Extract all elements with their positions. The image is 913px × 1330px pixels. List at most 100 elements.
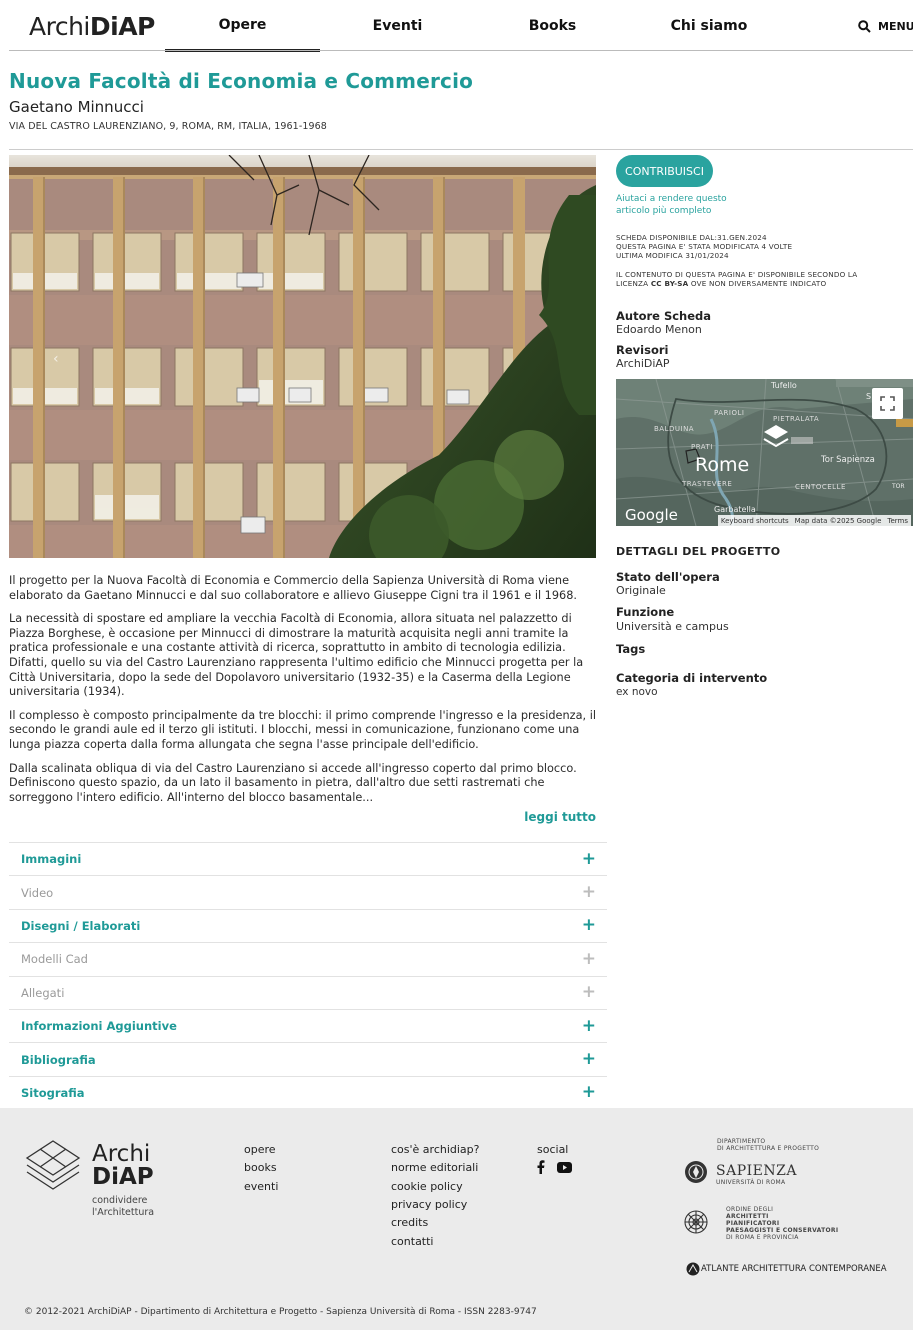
accordion-label: Immagini (21, 852, 82, 867)
meta-last-edit: ULTIMA MODIFICA 31/01/2024 (616, 251, 729, 261)
slider-prev-icon[interactable]: ‹ (53, 351, 59, 367)
map-label: TOR (892, 483, 905, 490)
author-label: Autore Scheda (616, 309, 712, 323)
accordion-video[interactable]: Video + (9, 875, 607, 908)
social-label: social (537, 1143, 569, 1156)
department-line: DI ARCHITETTURA E PROGETTO (717, 1145, 820, 1152)
footer-link-privacy-policy[interactable]: privacy policy (391, 1198, 467, 1211)
atlante-logo-icon (686, 1262, 700, 1276)
tags-label: Tags (616, 642, 646, 656)
ordine-line: ARCHITETTI (726, 1213, 769, 1220)
footer-link-contacts[interactable]: contatti (391, 1235, 434, 1248)
map-tiles (616, 379, 913, 526)
ordine-architetti-icon (684, 1210, 708, 1234)
department-logo[interactable]: DIPARTIMENTO DI ARCHITETTURA E PROGETTO (717, 1138, 819, 1152)
accordion-bibliografia[interactable]: Bibliografia + (9, 1042, 607, 1075)
accordion-label: Informazioni Aggiuntive (21, 1019, 177, 1034)
footer-link-cookie-policy[interactable]: cookie policy (391, 1180, 463, 1193)
footer-link-books[interactable]: books (244, 1161, 277, 1174)
page-meta: SCHEDA DISPONIBILE DAL:31.GEN.2024 QUEST… (616, 233, 792, 261)
nav-books[interactable]: Books (475, 0, 630, 52)
map-label: Tor Sapienza (821, 455, 875, 465)
footer-link-editorial-rules[interactable]: norme editoriali (391, 1161, 478, 1174)
nav-chi-siamo[interactable]: Chi siamo (630, 0, 788, 52)
page-title: Nuova Facoltà di Economia e Commercio (9, 69, 474, 93)
article-body: Il progetto per la Nuova Facoltà di Econ… (9, 574, 597, 814)
accordion-label: Sitografia (21, 1085, 85, 1100)
accordion-disegni[interactable]: Disegni / Elaborati + (9, 908, 607, 942)
terms-link[interactable]: Terms (887, 517, 908, 525)
site-logo[interactable]: ArchiDiAP (29, 12, 155, 41)
ordine-line: ORDINE DEGLI (726, 1206, 774, 1213)
plus-icon: + (581, 1049, 596, 1070)
logo-text-bold: DiAP (89, 12, 156, 41)
site-footer: Archi DiAP condividere l'Architettura op… (0, 1108, 913, 1330)
map-label: PARIOLI (714, 409, 745, 417)
license-name[interactable]: CC BY-SA (651, 279, 689, 288)
facebook-icon[interactable] (537, 1160, 545, 1174)
meta-available: SCHEDA DISPONIBILE DAL:31.GEN.2024 (616, 233, 767, 242)
sapienza-subtitle: UNIVERSITÀ DI ROMA (716, 1179, 786, 1186)
accordion-label: Modelli Cad (21, 952, 88, 967)
accordion-informazioni[interactable]: Informazioni Aggiuntive + (9, 1008, 607, 1042)
article-paragraph: La necessità di spostare ed ampliare la … (9, 612, 584, 699)
footer-logo[interactable]: Archi DiAP (92, 1143, 154, 1189)
plus-icon: + (581, 1082, 596, 1103)
footer-link-eventi[interactable]: eventi (244, 1180, 278, 1193)
menu-label: MENU (878, 19, 913, 33)
footer-logo-light: Archi (92, 1141, 151, 1167)
header-divider (9, 50, 913, 51)
map-label: Tufello (771, 381, 797, 390)
read-more-link[interactable]: leggi tutto (524, 810, 596, 824)
location-map[interactable]: Tufello PARIOLI PIETRALATA BALDUINA PRAT… (616, 379, 913, 526)
title-divider (9, 149, 913, 150)
map-attribution: Keyboard shortcuts Map data ©2025 Google… (717, 515, 911, 526)
ordine-architetti-logo[interactable]: ORDINE DEGLI ARCHITETTI PIANIFICATORI PA… (726, 1206, 838, 1241)
contribute-button[interactable]: CONTRIBUISCI (616, 155, 713, 187)
sapienza-name: SAPIENZA (716, 1163, 797, 1179)
footer-link-about[interactable]: cos'è archidiap? (391, 1143, 480, 1156)
reviewers-label: Revisori (616, 343, 669, 357)
category-value: ex novo (616, 686, 658, 698)
project-photo[interactable]: ‹ (9, 155, 596, 558)
sapienza-logo[interactable]: SAPIENZA UNIVERSITÀ DI ROMA (716, 1163, 797, 1186)
accordion-sitografia[interactable]: Sitografia + (9, 1075, 607, 1109)
tagline-line: l'Architettura (92, 1207, 155, 1218)
atlante-link[interactable]: ATLANTE ARCHITETTURA CONTEMPORANEA (701, 1264, 887, 1274)
footer-link-opere[interactable]: opere (244, 1143, 276, 1156)
nav-eventi[interactable]: Eventi (320, 0, 475, 52)
top-navigation: ArchiDiAP Opere Eventi Books Chi siamo M… (0, 0, 913, 52)
license-line: IL CONTENUTO DI QUESTA PAGINA E' DISPONI… (616, 270, 858, 279)
project-location: VIA DEL CASTRO LAURENZIANO, 9, ROMA, RM,… (9, 121, 327, 132)
youtube-icon[interactable] (557, 1162, 572, 1173)
footer-link-credits[interactable]: credits (391, 1216, 428, 1229)
accordion-allegati[interactable]: Allegati + (9, 975, 607, 1009)
accordion-immagini[interactable]: Immagini + (9, 842, 607, 875)
plus-icon: + (581, 1015, 596, 1036)
keyboard-shortcuts-link[interactable]: Keyboard shortcuts (721, 517, 789, 525)
help-improve-link[interactable]: Aiutaci a rendere questo articolo più co… (616, 193, 736, 217)
nav-opere[interactable]: Opere (165, 0, 320, 52)
department-line: DIPARTIMENTO (717, 1138, 766, 1145)
copyright-text: © 2012-2021 ArchiDiAP - Dipartimento di … (24, 1307, 537, 1317)
menu-button[interactable]: MENU (858, 0, 913, 52)
status-value: Originale (616, 584, 666, 597)
accordion-label: Video (21, 885, 54, 900)
ordine-line: DI ROMA E PROVINCIA (726, 1234, 799, 1241)
article-paragraph: Il complesso è composto principalmente d… (9, 708, 596, 751)
google-logo: Google (625, 506, 678, 524)
license-notice: IL CONTENUTO DI QUESTA PAGINA E' DISPONI… (616, 270, 857, 288)
reviewers-name: ArchiDiAP (616, 357, 670, 370)
plus-icon: + (581, 848, 596, 869)
accordion-modelli-cad[interactable]: Modelli Cad + (9, 942, 607, 975)
map-label: Garbatella (714, 505, 756, 514)
category-label: Categoria di intervento (616, 671, 768, 685)
fullscreen-button[interactable] (872, 388, 903, 419)
article-paragraph: Il progetto per la Nuova Facoltà di Econ… (9, 574, 578, 602)
status-label: Stato dell'opera (616, 570, 720, 584)
map-label: PIETRALATA (773, 415, 820, 423)
function-label: Funzione (616, 605, 675, 619)
meta-edits: QUESTA PAGINA E' STATA MODIFICATA 4 VOLT… (616, 242, 793, 252)
footer-tagline: condividere l'Architettura (92, 1195, 154, 1219)
map-data-text: Map data ©2025 Google (794, 516, 882, 525)
